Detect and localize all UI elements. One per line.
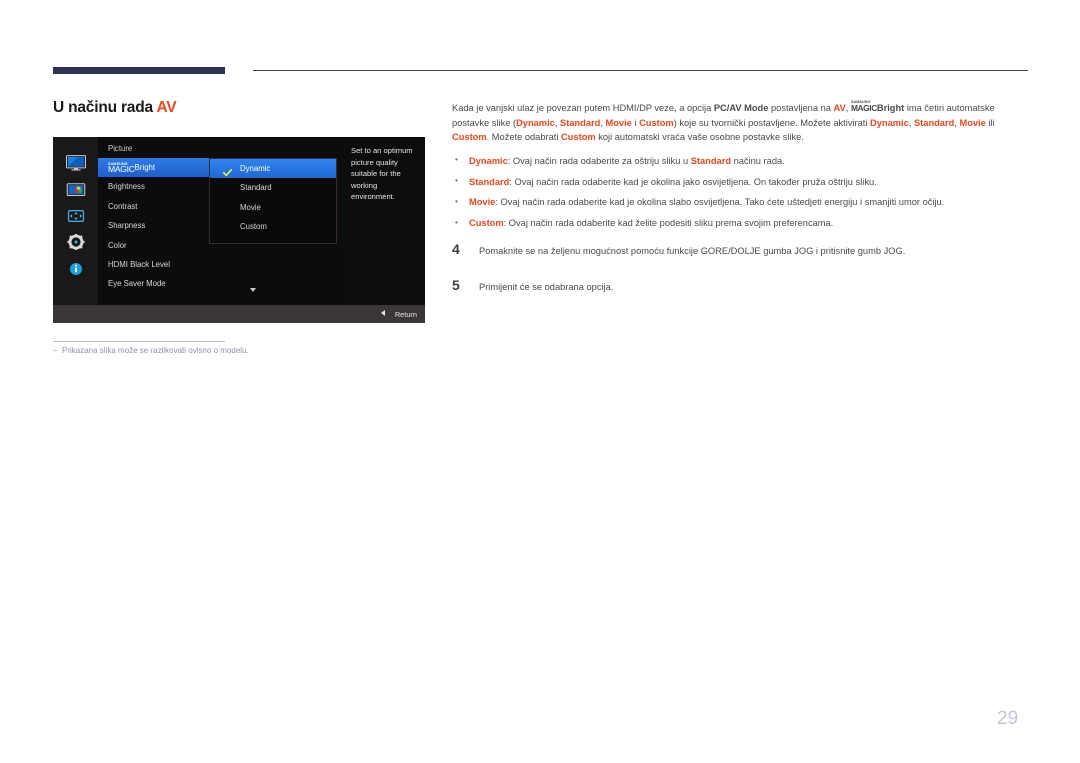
osd-screenshot: Picture SAMSUNG MAGIC Bright Brightness … [53,137,425,323]
header-accent-bar [53,67,225,74]
check-icon [222,165,233,176]
bullet-text-a-1: : Ovaj način rada odaberite kad je okoli… [509,176,877,187]
arrow-left-icon [380,309,385,316]
settings-gear-icon[interactable] [66,233,86,251]
step-4: 4 Pomaknite se na željenu mogućnost pomo… [452,240,1030,264]
step-5-number: 5 [452,276,460,293]
intro-seg7: koji automatski vraća vaše osobne postav… [595,132,804,143]
bullet-term2-0: Standard [690,155,731,166]
bullet-text-a-3: : Ovaj način rada odaberite kad želite p… [503,218,834,229]
intro-custom2: Custom [452,132,487,143]
menu-item-eye-saver-mode[interactable]: Eye Saver Mode [98,274,343,293]
intro-seg5: ) koje su tvornički postavljene. Možete … [673,117,871,128]
footnote-divider [53,341,225,342]
osd-description-panel: Set to an optimum picture quality suitab… [343,137,425,305]
intro-av: AV [833,103,846,113]
osd-icon-rail [53,137,98,305]
footnote-dash: ‒ [53,346,58,355]
numbered-steps: 4 Pomaknite se na željenu mogućnost pomo… [452,240,1030,300]
osd-body: Picture SAMSUNG MAGIC Bright Brightness … [53,137,425,305]
intro-pcav-mode: PC/AV Mode [713,103,769,113]
submenu-item-standard[interactable]: Standard [210,178,336,197]
magic-magic-text: MAGIC [108,164,135,175]
step-4-text: Pomaknite se na željenu mogućnost pomoću… [479,245,906,256]
bullet-list: Dynamic: Ovaj način rada odaberite za oš… [452,153,1030,231]
osd-return-button[interactable]: Return [380,309,417,319]
magic-magic-inline: MAGIC [850,103,877,113]
main-content-column: Kada je vanjski ulaz je povezan putem HD… [452,100,1030,316]
osd-footer-bar: Return [53,305,425,323]
intro-movie: Movie [605,117,632,128]
list-item: Standard: Ovaj način rada odaberite kad … [452,174,1030,190]
footnote-text: Prikazana slika može se razlikovati ovis… [62,346,249,355]
magicbright-inline-logo: SAMSUNG MAGIC [851,100,877,112]
intro-sep3: i [631,117,640,128]
step-5: 5 Primijenit će se odabrana opcija. [452,276,1030,300]
bullet-term-movie: Movie [469,197,496,208]
bullet-text-a-2: : Ovaj način rada odaberite kad je okoli… [495,197,945,208]
intro-custom: Custom [639,117,674,128]
submenu-item-custom[interactable]: Custom [210,217,336,236]
submenu-item-dynamic[interactable]: Dynamic [210,159,336,179]
page-number: 29 [997,708,1019,729]
footnote: ‒ Prikazana slika može se razlikovati ovi… [53,346,249,355]
intro-paragraph: Kada je vanjski ulaz je povezan putem HD… [452,100,1030,145]
menu-item-hdmi-black-level[interactable]: HDMI Black Level [98,255,343,274]
intro-dynamic2: Dynamic [870,117,909,128]
page-title-accent: AV [156,99,177,116]
submenu-item-dynamic-label: Dynamic [240,164,271,173]
intro-dynamic: Dynamic [516,117,555,128]
information-icon[interactable] [66,261,86,277]
submenu-item-movie[interactable]: Movie [210,198,336,217]
page-title: U načinu rada AV [53,99,177,117]
magicbright-label: SAMSUNG MAGIC [108,162,135,175]
page-title-prefix: U načinu rada [53,99,157,116]
monitor-icon[interactable] [66,155,86,171]
header-rule [253,70,1028,71]
intro-seg2: postavljena na [768,103,834,113]
list-item: Custom: Ovaj način rada odaberite kad že… [452,216,1030,231]
bullet-text-b-0: načinu rada. [731,155,785,166]
step-5-text: Primijenit će se odabrana opcija. [479,281,614,292]
osd-return-label: Return [394,309,417,319]
position-arrows-icon[interactable] [66,208,86,224]
magic-bright-inline: Bright [876,103,905,113]
bullet-term-standard: Standard [469,176,510,187]
intro-seg1: Kada je vanjski ulaz je povezan putem HD… [452,103,714,113]
intro-standard: Standard [560,117,601,128]
intro-custom3: Custom [561,132,596,143]
osd-submenu-panel: Dynamic Standard Movie Custom [209,158,337,244]
bullet-text-a-0: : Ovaj način rada odaberite za oštriju s… [507,155,691,166]
chevron-down-icon[interactable] [250,288,256,292]
step-4-number: 4 [452,240,460,257]
list-item: Dynamic: Ovaj način rada odaberite za oš… [452,153,1030,169]
magic-bright-text: Bright [134,163,156,172]
list-item: Movie: Ovaj način rada odaberite kad je … [452,195,1030,210]
intro-movie2: Movie [959,117,986,128]
picture-icon[interactable] [66,182,86,198]
intro-sep6: ili [985,117,995,128]
bullet-term-custom: Custom [469,218,504,229]
osd-description-text: Set to an optimum picture quality suitab… [351,146,413,202]
intro-seg6: . Možete odabrati [486,132,562,143]
osd-menu-title: Picture [108,144,133,153]
intro-standard2: Standard [913,117,955,128]
bullet-term-dynamic: Dynamic [469,155,508,166]
